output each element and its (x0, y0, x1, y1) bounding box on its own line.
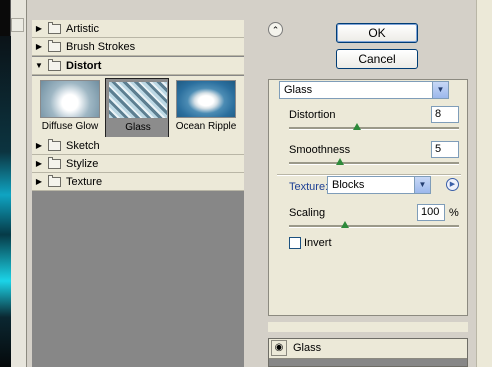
folder-icon (48, 156, 61, 169)
eye-icon[interactable]: ◉ (271, 340, 287, 356)
texture-select[interactable]: Blocks ▼ (327, 176, 431, 194)
texture-select-value: Blocks (332, 179, 365, 191)
preview-image (0, 36, 11, 367)
category-sketch[interactable]: ▶ Sketch (32, 137, 244, 155)
smoothness-slider-thumb[interactable] (336, 158, 344, 165)
scaling-slider[interactable] (289, 225, 459, 228)
thumbnail-diffuse-glow[interactable]: Diffuse Glow (38, 78, 102, 144)
category-label: Texture (66, 175, 103, 188)
folder-open-icon (48, 58, 61, 71)
filter-select[interactable]: Glass ▼ (279, 81, 449, 99)
scaling-unit: % (449, 207, 459, 219)
category-label: Artistic (66, 22, 99, 35)
distortion-slider[interactable] (289, 127, 459, 130)
thumbnail-glass[interactable]: Glass (105, 78, 169, 144)
category-label: Sketch (66, 139, 100, 152)
smoothness-label: Smoothness (289, 144, 351, 156)
chevron-down-icon: ▼ (432, 82, 448, 98)
chevron-down-icon: ▼ (35, 61, 43, 70)
chevron-right-icon: ▶ (35, 24, 43, 33)
category-texture[interactable]: ▶ Texture (32, 173, 244, 191)
category-label: Stylize (66, 157, 99, 170)
effect-layer-row[interactable]: ◉ Glass (269, 339, 467, 359)
invert-label: Invert (304, 237, 332, 249)
effect-layers-panel: ◉ Glass (268, 338, 468, 367)
category-distort[interactable]: ▼ Distort (32, 57, 244, 75)
right-scrollbar[interactable] (476, 0, 492, 367)
distortion-label: Distortion (289, 109, 336, 121)
folder-icon (48, 138, 61, 151)
folder-icon (48, 39, 61, 52)
category-brush-strokes[interactable]: ▶ Brush Strokes (32, 38, 244, 56)
category-stylize[interactable]: ▶ Stylize (32, 155, 244, 173)
diffuse-glow-thumbnail-image (40, 80, 100, 118)
scaling-slider-thumb[interactable] (341, 221, 350, 228)
preview-scrollbar[interactable] (11, 0, 26, 367)
ok-button[interactable]: OK (336, 23, 418, 43)
scaling-label: Scaling (289, 207, 326, 219)
distortion-slider-thumb[interactable] (353, 123, 361, 130)
effect-layer-name: Glass (293, 342, 322, 354)
thumbnail-label: Diffuse Glow (41, 121, 99, 132)
chevron-right-icon: ▶ (35, 42, 43, 51)
folder-icon (48, 174, 61, 187)
texture-label: Texture: (289, 181, 329, 193)
category-label: Brush Strokes (66, 40, 136, 53)
filter-options-panel: Glass ▼ Distortion 8 Smoothness 5 Textur… (268, 79, 468, 316)
filter-select-value: Glass (284, 84, 313, 96)
preview-scroll-up-button[interactable] (11, 18, 24, 32)
glass-thumbnail-image (108, 81, 168, 119)
chevron-right-icon: ▶ (35, 177, 43, 186)
smoothness-slider[interactable] (289, 162, 459, 165)
thumbnail-label: Glass (125, 122, 151, 133)
distortion-input[interactable]: 8 (431, 106, 459, 123)
invert-checkbox[interactable] (289, 237, 301, 249)
filter-gallery: ▶ Artistic ▶ Brush Strokes ▼ Distort Dif… (32, 20, 244, 367)
chevron-right-icon: ▶ (35, 141, 43, 150)
smoothness-input[interactable]: 5 (431, 141, 459, 158)
thumbnail-label: Ocean Ripple (175, 121, 237, 132)
ocean-ripple-thumbnail-image (176, 80, 236, 118)
folder-icon (48, 21, 61, 34)
chevron-down-icon: ▼ (414, 177, 430, 193)
thumbnail-ocean-ripple[interactable]: Ocean Ripple (174, 78, 238, 144)
cancel-button[interactable]: Cancel (336, 49, 418, 69)
collapse-gallery-icon[interactable]: ⌃ (268, 22, 283, 37)
category-artistic[interactable]: ▶ Artistic (32, 20, 244, 38)
category-label: Distort (66, 59, 102, 72)
texture-menu-arrow-icon[interactable]: ▶ (446, 178, 459, 191)
options-panel-footer (268, 322, 468, 332)
scaling-input[interactable]: 100 (417, 204, 445, 221)
preview-area (0, 0, 27, 367)
chevron-right-icon: ▶ (35, 159, 43, 168)
